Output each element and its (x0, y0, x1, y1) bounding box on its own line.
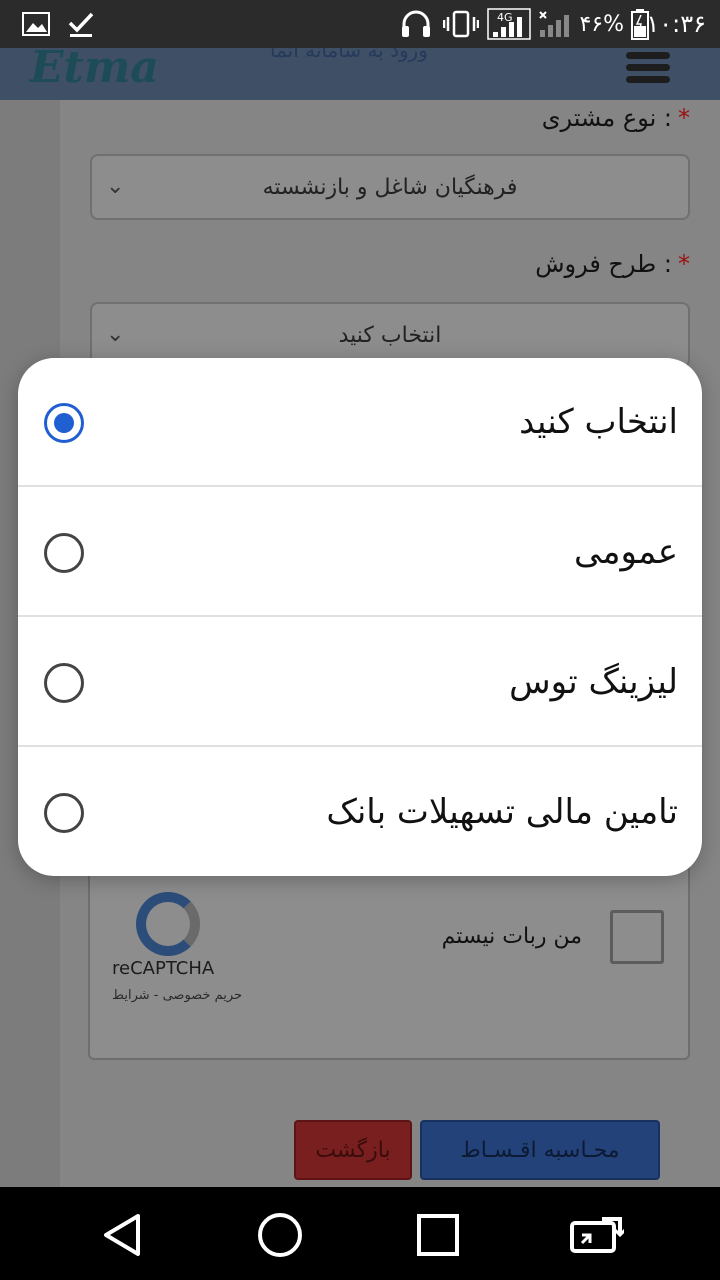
option-leasing-toos[interactable]: لیزینگ توس (18, 618, 702, 747)
signal-4g-icon: 4G (486, 0, 532, 48)
customer-type-label: نوع مشتری : * (541, 104, 690, 132)
option-general[interactable]: عمومی (18, 488, 702, 617)
navigation-bar (0, 1187, 720, 1280)
headset-icon (398, 0, 434, 48)
captcha-checkbox[interactable] (610, 910, 664, 964)
recents-icon[interactable] (410, 1207, 466, 1263)
option-bank-financing[interactable]: تامین مالی تسهیلات بانک (18, 748, 702, 876)
option-select[interactable]: انتخاب کنید (18, 358, 702, 487)
home-icon[interactable] (252, 1207, 308, 1263)
option-label: تامین مالی تسهیلات بانک (326, 792, 678, 832)
page-header: Etma ورود به سامانه اتما (0, 48, 720, 100)
radio-icon[interactable] (44, 663, 84, 703)
captcha-label: من ربات نیستم (441, 924, 582, 949)
status-bar: 4G ۴۶% ۱۰:۳۶ (0, 0, 720, 48)
menu-icon[interactable] (626, 52, 670, 83)
radio-icon[interactable] (44, 533, 84, 573)
chevron-down-icon: ⌄ (106, 322, 125, 347)
radio-selected-icon[interactable] (44, 403, 84, 443)
option-label: عمومی (573, 532, 678, 572)
recaptcha-widget: reCAPTCHA حریم خصوصی - شرایط من ربات نیس… (88, 860, 690, 1060)
sales-plan-dialog: انتخاب کنید عمومی لیزینگ توس تامین مالی … (18, 358, 702, 876)
radio-icon[interactable] (44, 793, 84, 833)
recaptcha-icon (136, 892, 200, 956)
back-icon[interactable] (94, 1207, 150, 1263)
option-label: انتخاب کنید (519, 402, 678, 442)
battery-percent: ۴۶% (579, 11, 624, 37)
gallery-icon (20, 0, 52, 48)
login-link[interactable]: ورود به سامانه اتما (270, 48, 428, 62)
vibrate-icon (442, 0, 480, 48)
back-button[interactable]: بازگشت (294, 1120, 412, 1180)
screen-rotate-icon[interactable] (568, 1207, 624, 1263)
customer-type-select[interactable]: فرهنگیان شاغل و بازنشسته ⌄ (90, 154, 690, 220)
recaptcha-brand: reCAPTCHA (112, 958, 215, 979)
check-icon (66, 0, 96, 48)
sales-plan-label: طرح فروش : * (535, 250, 690, 278)
option-label: لیزینگ توس (509, 662, 678, 702)
etma-logo[interactable]: Etma (30, 48, 159, 93)
clock: ۱۰:۳۶ (646, 10, 706, 38)
recaptcha-links[interactable]: حریم خصوصی - شرایط (112, 988, 242, 1003)
chevron-down-icon: ⌄ (106, 174, 125, 199)
signal-icon (536, 0, 576, 48)
calculate-installments-button[interactable]: محـاسبه اقـسـاط (420, 1120, 660, 1180)
